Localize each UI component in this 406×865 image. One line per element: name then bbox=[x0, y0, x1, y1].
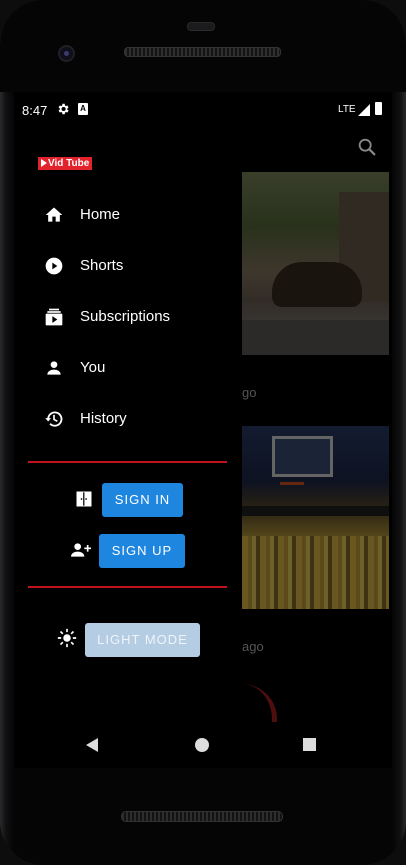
logo-text: Vid Tube bbox=[48, 158, 90, 169]
recents-icon[interactable] bbox=[303, 738, 316, 751]
video-thumbnail[interactable] bbox=[242, 684, 277, 722]
nav-item-shorts[interactable]: Shorts bbox=[14, 244, 228, 288]
thumbnail-banner bbox=[242, 506, 389, 516]
thumbnail-rim bbox=[280, 468, 304, 485]
logo-play-icon bbox=[41, 159, 47, 167]
sign-up-button[interactable]: SIGN UP bbox=[99, 534, 185, 568]
app-logo[interactable]: Vid Tube bbox=[38, 157, 93, 170]
phone-frame: 8:47 A LTE go ago Vid Tube Home Shorts S… bbox=[0, 0, 406, 865]
person-icon bbox=[47, 361, 61, 375]
video-thumbnail[interactable] bbox=[242, 426, 389, 609]
top-speaker-grille bbox=[124, 47, 281, 57]
a-icon: A bbox=[78, 103, 88, 115]
nav-item-history[interactable]: History bbox=[14, 397, 228, 441]
light-mode-label: LIGHT MODE bbox=[97, 632, 188, 647]
nav-item-label: History bbox=[80, 410, 127, 427]
add-person-icon bbox=[71, 543, 91, 557]
screen: 8:47 A LTE go ago Vid Tube Home Shorts S… bbox=[14, 92, 392, 722]
status-bar: 8:47 A LTE bbox=[14, 92, 392, 128]
video-age-text: go bbox=[242, 385, 257, 400]
nav-item-home[interactable]: Home bbox=[14, 193, 228, 237]
history-icon bbox=[45, 411, 63, 427]
thumbnail-road bbox=[242, 320, 389, 355]
video-age-text: ago bbox=[242, 639, 264, 654]
bottom-speaker-grille bbox=[121, 811, 283, 822]
nav-item-subscriptions[interactable]: Subscriptions bbox=[14, 295, 228, 339]
network-type: LTE bbox=[338, 104, 356, 115]
thumbnail-crowd bbox=[242, 536, 389, 609]
sun-icon[interactable] bbox=[57, 628, 77, 648]
nav-item-you[interactable]: You bbox=[14, 346, 228, 390]
front-camera bbox=[58, 45, 75, 62]
drawer-divider bbox=[28, 586, 227, 588]
light-mode-button[interactable]: LIGHT MODE bbox=[85, 623, 200, 657]
nav-item-label: Home bbox=[80, 206, 121, 223]
sign-in-label: SIGN IN bbox=[114, 492, 171, 507]
system-navigation-bar bbox=[14, 722, 392, 768]
subscriptions-icon bbox=[45, 308, 63, 326]
signal-icon bbox=[358, 104, 370, 116]
gear-icon bbox=[58, 103, 69, 115]
top-bezel bbox=[0, 0, 406, 92]
back-icon[interactable] bbox=[86, 738, 98, 752]
thumbnail-horse bbox=[272, 262, 362, 307]
home-circle-icon[interactable] bbox=[195, 738, 209, 752]
sign-in-button[interactable]: SIGN IN bbox=[102, 483, 183, 517]
nav-item-label: Shorts bbox=[80, 257, 124, 274]
battery-icon bbox=[375, 102, 382, 115]
search-icon[interactable] bbox=[356, 136, 378, 158]
earpiece bbox=[187, 22, 215, 31]
status-time: 8:47 bbox=[22, 103, 48, 118]
sign-up-label: SIGN UP bbox=[111, 543, 173, 558]
door-sign-in-icon bbox=[76, 491, 92, 507]
nav-item-label: Subscriptions bbox=[80, 308, 171, 325]
play-circle-icon bbox=[45, 257, 63, 275]
navigation-drawer: Vid Tube Home Shorts Subscriptions You H… bbox=[14, 128, 228, 722]
video-thumbnail[interactable] bbox=[242, 172, 389, 355]
nav-item-label: You bbox=[80, 359, 106, 376]
drawer-divider bbox=[28, 461, 227, 463]
home-icon bbox=[45, 207, 63, 222]
video-feed-background: go ago bbox=[242, 172, 392, 722]
